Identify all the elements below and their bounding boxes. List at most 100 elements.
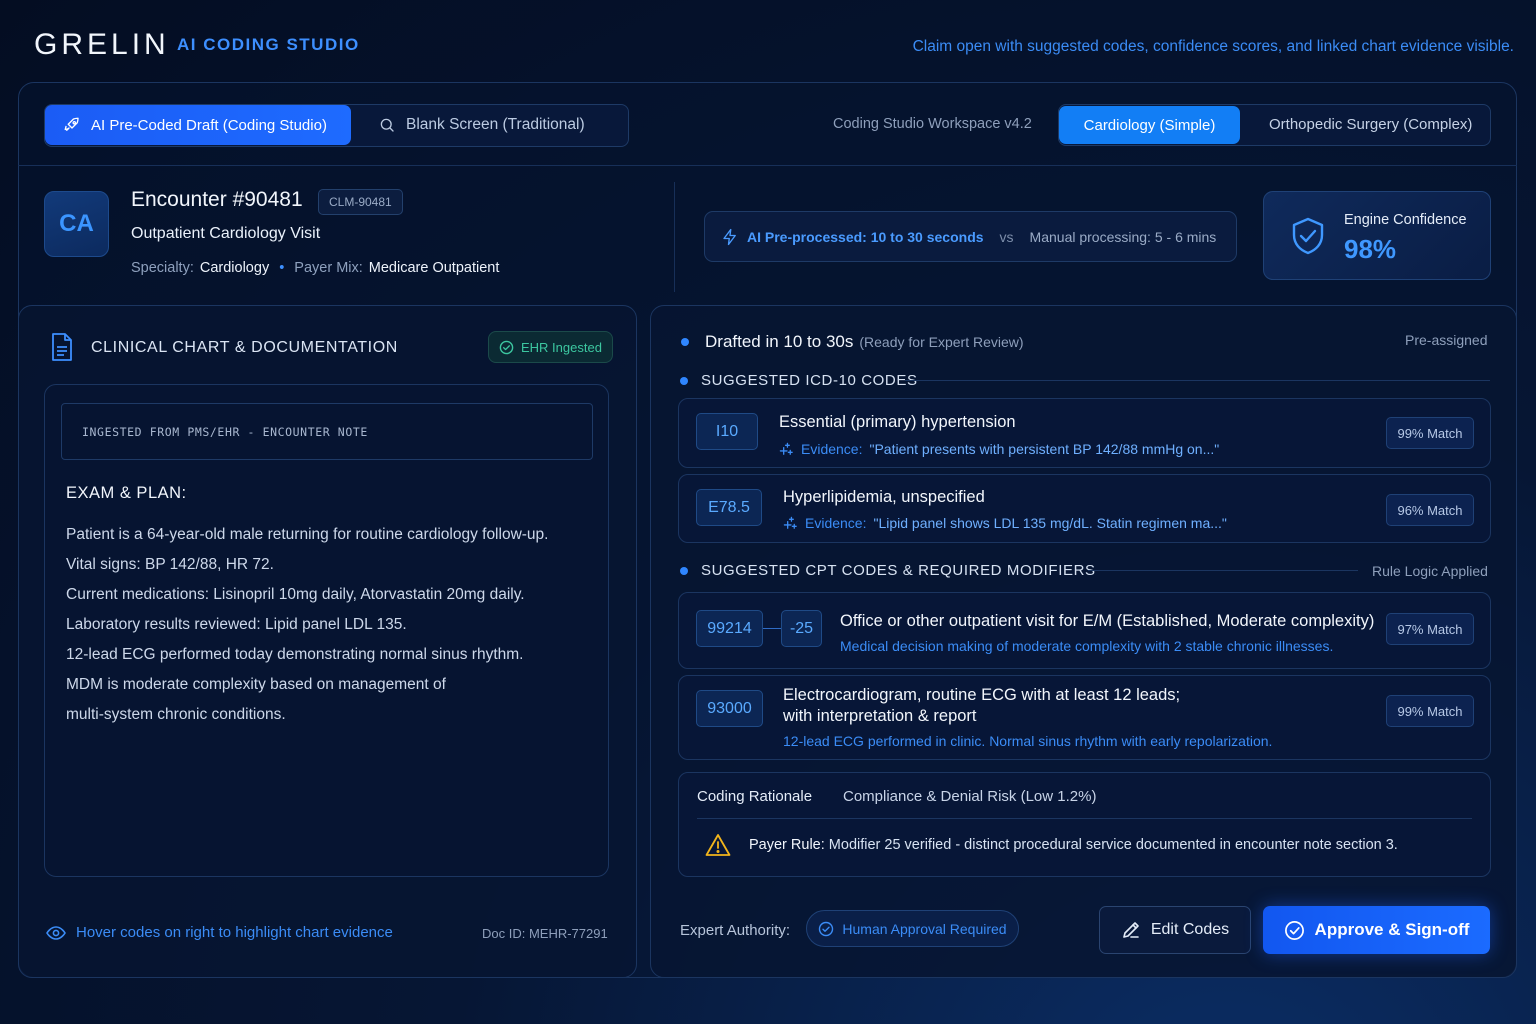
rocket-icon (63, 116, 81, 134)
check-circle-icon (1284, 920, 1305, 941)
match-score-badge: 99% Match (1386, 417, 1474, 449)
mode-tab-ai-precoded[interactable]: AI Pre-Coded Draft (Coding Studio) (45, 105, 351, 145)
check-circle-icon (499, 340, 514, 355)
payer-label: Payer Mix: (294, 260, 363, 276)
pencil-icon (1121, 920, 1141, 940)
encounter-title: Encounter #90481 (131, 188, 303, 211)
sparkle-icon (779, 442, 794, 457)
note-line: Vital signs: BP 142/88, HR 72. (66, 556, 274, 573)
payer-rule: Payer Rule: Modifier 25 verified - disti… (749, 837, 1398, 853)
encounter-meta: Specialty: Cardiology • Payer Mix: Medic… (131, 260, 499, 276)
section-dot (680, 567, 688, 575)
payer-value: Medicare Outpatient (368, 260, 500, 276)
cpt-code-chip[interactable]: 93000 (696, 690, 763, 727)
edit-codes-label: Edit Codes (1150, 921, 1230, 938)
note-line: 12-lead ECG performed today demonstratin… (66, 646, 524, 663)
icd-code-title: Hyperlipidemia, unspecified (783, 488, 985, 506)
evidence-hover-hint: Hover codes on right to highlight chart … (46, 924, 393, 941)
vs-label: vs (999, 228, 1014, 245)
manual-processing-time: Manual processing: 5 - 6 mins (1029, 228, 1217, 245)
edit-codes-button[interactable]: Edit Codes (1099, 906, 1251, 954)
status-dot (681, 338, 689, 346)
app-logo: GRELIN (34, 28, 170, 61)
icd-code-chip[interactable]: E78.5 (696, 489, 762, 526)
mode-tab-blank-screen[interactable]: Blank Screen (Traditional) (378, 105, 585, 145)
cpt-code-title-line2: with interpretation & report (783, 707, 977, 725)
expert-authority-label: Expert Authority: (680, 922, 791, 939)
icd-code-card[interactable] (678, 474, 1491, 543)
exam-plan-title: EXAM & PLAN: (66, 484, 187, 502)
cpt-code-title: Electrocardiogram, routine ECG with at l… (783, 686, 1181, 704)
icd-evidence[interactable]: Evidence: "Lipid panel shows LDL 135 mg/… (783, 515, 1227, 531)
human-badge-label: Human Approval Required (842, 920, 1007, 937)
evidence-quote: "Lipid panel shows LDL 135 mg/dL. Statin… (873, 515, 1227, 531)
icd-code-card[interactable] (678, 398, 1491, 468)
modifier-connector (763, 628, 781, 629)
approve-signoff-button[interactable]: Approve & Sign-off (1263, 906, 1490, 954)
draft-title: Drafted in 10 to 30s (705, 332, 854, 351)
modifier-chip[interactable]: -25 (781, 610, 822, 647)
cpt-code-description: 12-lead ECG performed in clinic. Normal … (783, 733, 1273, 749)
visit-type: Outpatient Cardiology Visit (131, 225, 321, 242)
specialty-value: Cardiology (199, 260, 270, 276)
section-divider (1088, 570, 1358, 571)
note-line: MDM is moderate complexity based on mana… (66, 676, 446, 693)
cpt-code-title: Office or other outpatient visit for E/M… (840, 612, 1375, 630)
payer-rule-label: Payer Rule: (749, 837, 825, 853)
tab-coding-rationale[interactable]: Coding Rationale (697, 788, 812, 805)
payer-rule-text: Modifier 25 verified - distinct procedur… (828, 837, 1398, 853)
note-line: Laboratory results reviewed: Lipid panel… (66, 616, 407, 633)
header-divider (674, 182, 675, 292)
section-dot (680, 377, 688, 385)
lightning-icon (721, 228, 739, 246)
shield-check-icon (1290, 216, 1326, 256)
specialty-tab-orthopedic[interactable]: Orthopedic Surgery (Complex) (1269, 116, 1472, 133)
warning-icon (705, 833, 731, 857)
document-icon (50, 332, 74, 362)
match-score-badge: 97% Match (1386, 613, 1474, 645)
evidence-label: Evidence: (801, 441, 863, 457)
section-divider (905, 380, 1490, 381)
rationale-divider (697, 818, 1472, 819)
icd-section-title: SUGGESTED ICD-10 CODES (701, 372, 918, 389)
ehr-ingested-badge: EHR Ingested (488, 331, 613, 363)
draft-status: Drafted in 10 to 30s (Ready for Expert Re… (705, 332, 1024, 352)
note-line: Current medications: Lisinopril 10mg dai… (66, 586, 525, 603)
rule-logic-label: Rule Logic Applied (1372, 563, 1488, 579)
preassigned-label: Pre-assigned (1405, 332, 1488, 348)
processing-time-comparison: AI Pre-processed: 10 to 30 seconds vs Ma… (704, 211, 1237, 262)
encounter-avatar: CA (44, 191, 109, 257)
match-score-badge: 96% Match (1386, 494, 1474, 526)
evidence-label: Evidence: (805, 515, 867, 531)
header-tagline: Claim open with suggested codes, confide… (912, 38, 1514, 55)
cpt-code-description: Medical decision making of moderate comp… (840, 638, 1334, 654)
approve-label: Approve & Sign-off (1314, 920, 1470, 939)
evidence-quote: "Patient presents with persistent BP 142… (869, 441, 1220, 457)
tab-compliance-risk[interactable]: Compliance & Denial Risk (Low 1.2%) (843, 788, 1096, 805)
sparkle-icon (783, 516, 798, 531)
claim-id-badge: CLM-90481 (318, 189, 403, 215)
mode-tab-label: Blank Screen (Traditional) (406, 116, 585, 133)
chart-panel-title: CLINICAL CHART & DOCUMENTATION (91, 339, 398, 356)
icd-code-title: Essential (primary) hypertension (779, 413, 1016, 431)
icd-code-chip[interactable]: I10 (696, 413, 758, 450)
document-id: Doc ID: MEHR-77291 (482, 926, 608, 941)
check-circle-icon (818, 921, 834, 937)
toolbar-divider (18, 165, 1517, 166)
search-icon (378, 116, 396, 134)
cpt-section-title: SUGGESTED CPT CODES & REQUIRED MODIFIERS (701, 562, 1096, 579)
ehr-badge-label: EHR Ingested (521, 339, 602, 355)
cpt-code-chip[interactable]: 99214 (696, 610, 763, 647)
product-name: AI CODING STUDIO (177, 35, 360, 54)
note-line: Patient is a 64-year-old male returning … (66, 526, 549, 543)
confidence-label: Engine Confidence (1344, 212, 1467, 228)
note-line: multi-system chronic conditions. (66, 706, 286, 723)
hint-text: Hover codes on right to highlight chart … (76, 924, 393, 941)
ai-processing-time: AI Pre-processed: 10 to 30 seconds (747, 228, 984, 245)
workspace-version: Coding Studio Workspace v4.2 (833, 116, 1032, 132)
meta-separator: • (279, 260, 285, 276)
encounter-note-text: Patient is a 64-year-old male returning … (66, 520, 596, 730)
eye-icon (46, 925, 66, 940)
icd-evidence[interactable]: Evidence: "Patient presents with persist… (779, 441, 1219, 457)
specialty-tab-cardiology[interactable]: Cardiology (Simple) (1059, 106, 1240, 144)
